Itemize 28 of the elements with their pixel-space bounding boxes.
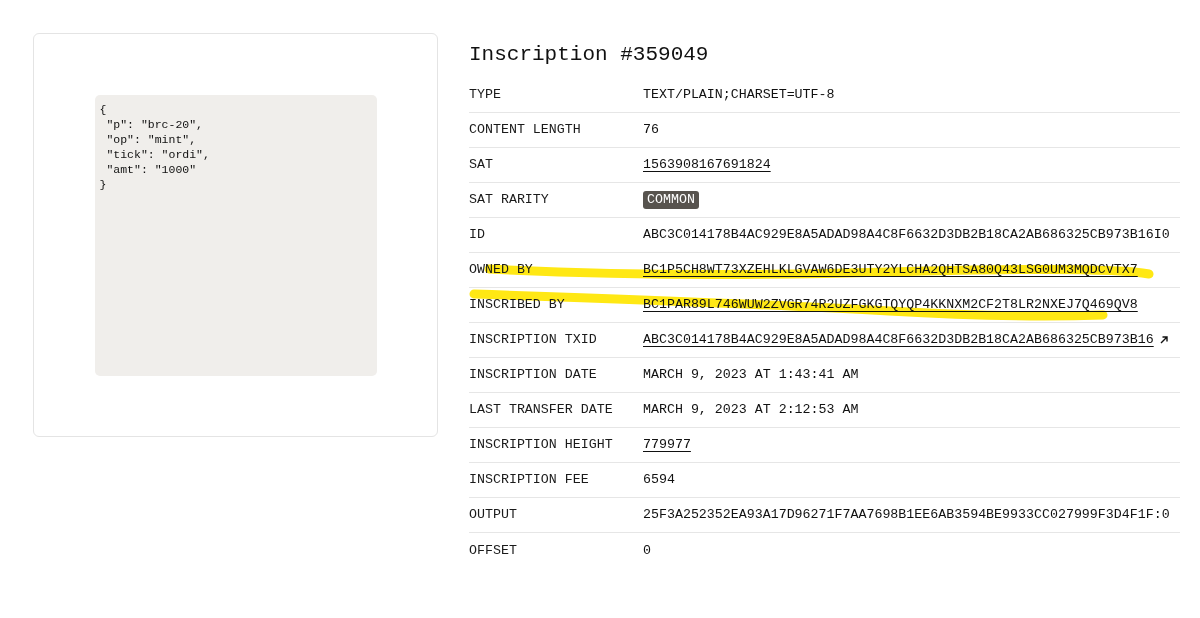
detail-link[interactable]: 779977 — [643, 436, 691, 454]
detail-label: INSCRIPTION FEE — [469, 471, 590, 489]
detail-value: 25F3A252352EA93A17D96271F7AA7698B1EE6AB3594BE9933CC027999F3D4F1F:0 — [643, 506, 1170, 524]
detail-value: 6594 — [643, 471, 675, 489]
detail-value: MARCH 9, 2023 AT 1:43:41 AM — [643, 366, 859, 384]
inscription-title: Inscription #359049 — [469, 42, 709, 68]
detail-label: OFFSET — [469, 541, 518, 560]
detail-label: LAST TRANSFER DATE — [469, 401, 614, 419]
detail-label: CONTENT LENGTH — [469, 121, 582, 139]
detail-value: 0 — [643, 541, 651, 560]
detail-label: OUTPUT — [469, 506, 518, 524]
detail-label: SAT RARITY — [469, 191, 550, 209]
detail-link[interactable]: 1563908167691824 — [643, 156, 771, 174]
arrow-up-right-icon — [1159, 336, 1168, 344]
detail-value: TEXT/PLAIN;CHARSET=UTF-8 — [643, 86, 835, 104]
rarity-badge: COMMON — [643, 191, 699, 209]
detail-label: ID — [469, 226, 486, 244]
detail-label: TYPE — [469, 86, 502, 104]
detail-value: MARCH 9, 2023 AT 2:12:53 AM — [643, 401, 859, 419]
detail-value: ABC3C014178B4AC929E8A5ADAD98A4C8F6632D3DB2B18CA2AB686325CB973B16I0 — [643, 226, 1170, 244]
detail-value: 76 — [643, 121, 659, 139]
detail-label: INSCRIPTION HEIGHT — [469, 436, 614, 454]
detail-label: INSCRIPTION DATE — [469, 366, 598, 384]
detail-label: INSCRIPTION TXID — [469, 331, 598, 349]
external-link[interactable]: ABC3C014178B4AC929E8A5ADAD98A4C8F6632D3DB2B18CA2AB686325CB973B16 — [643, 331, 1168, 349]
detail-label: INSCRIBED BY — [469, 296, 566, 314]
detail-label: SAT — [469, 156, 494, 174]
json-content: { "p": "brc-20", "op": "mint", "tick": "ordi", "amt": "1000" } — [94, 94, 377, 376]
